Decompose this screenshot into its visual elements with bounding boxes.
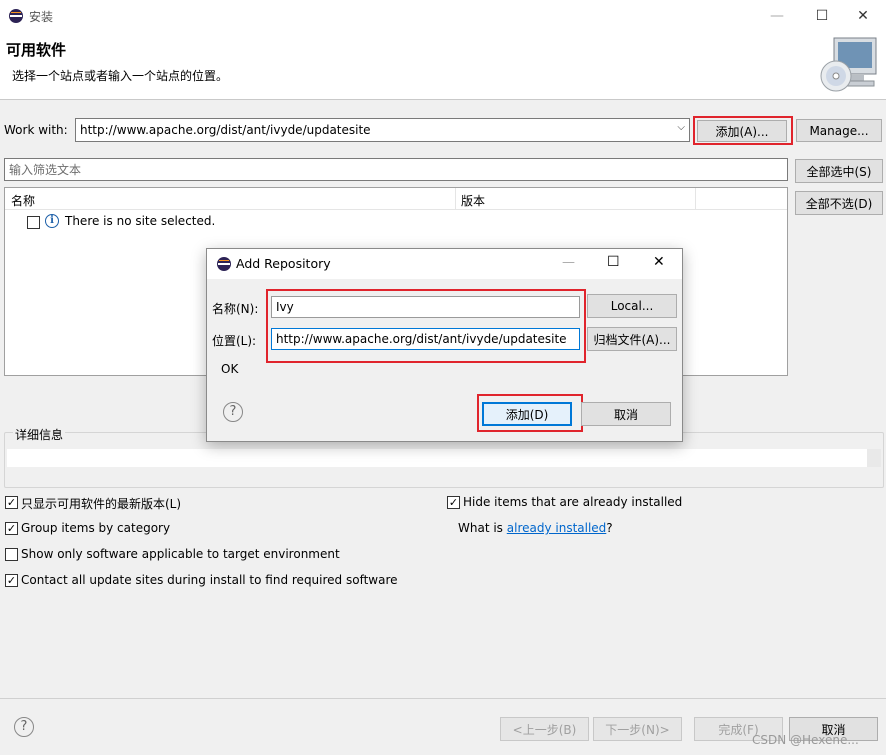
wizard-header: 可用软件 选择一个站点或者输入一个站点的位置。: [0, 32, 886, 100]
name-label: 名称(N):: [212, 302, 259, 316]
dialog-cancel-button[interactable]: 取消: [581, 402, 671, 426]
select-all-button[interactable]: 全部选中(S): [795, 159, 883, 183]
window-titlebar: 安装 — ☐ ✕: [0, 0, 886, 32]
work-with-value: http://www.apache.org/dist/ant/ivyde/upd…: [80, 123, 371, 137]
latest-only-checkbox[interactable]: ✓: [5, 496, 18, 509]
group-by-category-label[interactable]: Group items by category: [21, 521, 170, 535]
info-icon: i: [45, 214, 59, 228]
column-divider[interactable]: [695, 188, 696, 210]
column-header-version[interactable]: 版本: [461, 192, 485, 209]
hide-installed-label[interactable]: Hide items that are already installed: [463, 495, 682, 509]
install-monitor-icon: [820, 37, 877, 92]
work-with-combo[interactable]: http://www.apache.org/dist/ant/ivyde/upd…: [75, 118, 690, 142]
dialog-status: OK: [221, 362, 239, 376]
target-env-label[interactable]: Show only software applicable to target …: [21, 547, 340, 561]
what-is-prefix: What is: [458, 521, 507, 535]
dialog-eclipse-icon: [217, 257, 231, 271]
footer-divider: [0, 698, 886, 699]
table-row-checkbox[interactable]: [27, 216, 40, 229]
help-icon[interactable]: ?: [14, 717, 34, 737]
back-button[interactable]: <上一步(B): [500, 717, 589, 741]
archive-button[interactable]: 归档文件(A)...: [587, 327, 677, 351]
chevron-down-icon[interactable]: ⌵: [677, 122, 685, 133]
manage-button[interactable]: Manage...: [796, 119, 882, 142]
dialog-close-icon[interactable]: ✕: [653, 254, 665, 270]
details-label: 详细信息: [13, 426, 66, 443]
work-with-label: Work with:: [4, 123, 68, 137]
page-subtitle: 选择一个站点或者输入一个站点的位置。: [12, 69, 229, 83]
minimize-icon[interactable]: —: [754, 0, 800, 32]
details-scrollbar[interactable]: [867, 449, 881, 467]
hide-installed-checkbox[interactable]: ✓: [447, 496, 460, 509]
target-env-checkbox[interactable]: [5, 548, 18, 561]
what-is-installed-text: What is already installed?: [458, 521, 613, 535]
column-divider[interactable]: [455, 188, 456, 210]
highlight-name-location: [266, 289, 586, 363]
column-header-name[interactable]: 名称: [11, 192, 35, 209]
maximize-icon[interactable]: ☐: [799, 0, 845, 32]
dialog-help-icon[interactable]: ?: [223, 402, 243, 422]
table-header: 名称 版本: [5, 188, 787, 210]
contact-all-sites-label[interactable]: Contact all update sites during install …: [21, 573, 398, 587]
page-title: 可用软件: [6, 41, 67, 59]
latest-only-label[interactable]: 只显示可用软件的最新版本(L): [21, 495, 181, 512]
contact-all-sites-checkbox[interactable]: ✓: [5, 574, 18, 587]
deselect-all-button[interactable]: 全部不选(D): [795, 191, 883, 215]
add-repository-dialog: Add Repository — ☐ ✕ 名称(N): Ivy Local...…: [206, 248, 683, 442]
window-title: 安装: [29, 10, 54, 24]
what-is-suffix: ?: [606, 521, 613, 535]
group-by-category-checkbox[interactable]: ✓: [5, 522, 18, 535]
filter-input[interactable]: 输入筛选文本: [4, 158, 788, 181]
dialog-minimize-icon[interactable]: —: [562, 255, 575, 270]
local-button[interactable]: Local...: [587, 294, 677, 318]
dialog-title: Add Repository: [236, 256, 331, 271]
next-button[interactable]: 下一步(N)>: [593, 717, 682, 741]
empty-table-message: There is no site selected.: [65, 214, 216, 228]
details-text-area[interactable]: [7, 449, 867, 467]
highlight-dialog-add: [477, 394, 583, 432]
dialog-titlebar: Add Repository — ☐ ✕: [207, 249, 682, 279]
location-label: 位置(L):: [212, 334, 257, 348]
eclipse-app-icon: [9, 9, 23, 23]
dialog-maximize-icon[interactable]: ☐: [607, 254, 620, 270]
watermark-text: CSDN @Hexene...: [752, 733, 859, 747]
highlight-add-site: [693, 116, 793, 145]
close-icon[interactable]: ✕: [840, 0, 886, 32]
already-installed-link[interactable]: already installed: [507, 521, 607, 535]
